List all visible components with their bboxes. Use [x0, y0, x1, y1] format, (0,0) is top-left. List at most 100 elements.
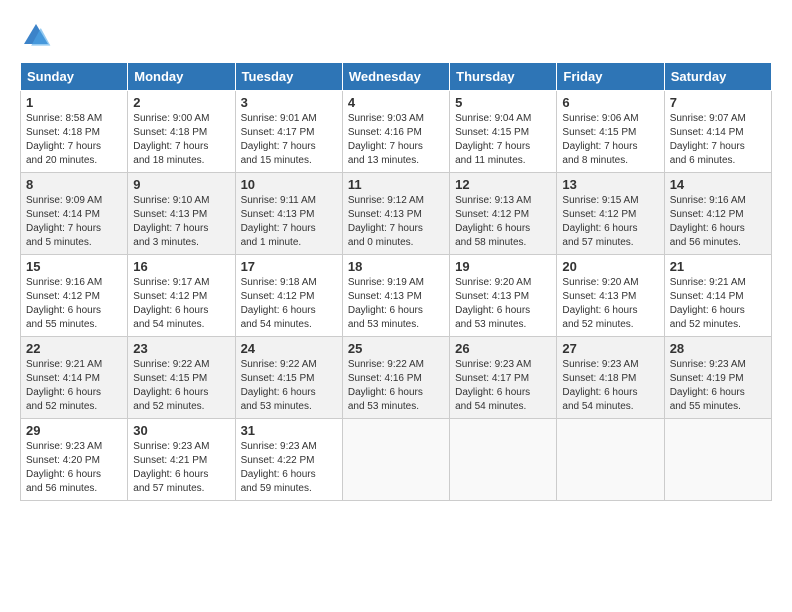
day-of-week-thursday: Thursday — [450, 63, 557, 91]
day-number: 6 — [562, 95, 658, 110]
day-number: 1 — [26, 95, 122, 110]
day-info: Sunrise: 9:17 AM Sunset: 4:12 PM Dayligh… — [133, 276, 229, 332]
calendar-cell — [342, 419, 449, 501]
day-number: 27 — [562, 341, 658, 356]
calendar-cell: 3 Sunrise: 9:01 AM Sunset: 4:17 PM Daylig… — [235, 91, 342, 173]
day-info: Sunrise: 9:20 AM Sunset: 4:13 PM Dayligh… — [455, 276, 551, 332]
day-info: Sunrise: 9:07 AM Sunset: 4:14 PM Dayligh… — [670, 112, 766, 168]
day-number: 18 — [348, 259, 444, 274]
calendar-cell — [664, 419, 771, 501]
calendar-cell: 11 Sunrise: 9:12 AM Sunset: 4:13 PM Dayli… — [342, 173, 449, 255]
day-of-week-friday: Friday — [557, 63, 664, 91]
day-info: Sunrise: 9:20 AM Sunset: 4:13 PM Dayligh… — [562, 276, 658, 332]
day-info: Sunrise: 9:23 AM Sunset: 4:18 PM Dayligh… — [562, 358, 658, 414]
calendar-cell: 7 Sunrise: 9:07 AM Sunset: 4:14 PM Daylig… — [664, 91, 771, 173]
calendar-cell: 24 Sunrise: 9:22 AM Sunset: 4:15 PM Dayli… — [235, 337, 342, 419]
day-info: Sunrise: 9:00 AM Sunset: 4:18 PM Dayligh… — [133, 112, 229, 168]
calendar-cell: 13Sunrise: 9:15 AM Sunset: 4:12 PM Dayli… — [557, 173, 664, 255]
calendar-cell: 17Sunrise: 9:18 AM Sunset: 4:12 PM Dayli… — [235, 255, 342, 337]
day-number: 12 — [455, 177, 551, 192]
day-info: Sunrise: 9:23 AM Sunset: 4:21 PM Dayligh… — [133, 440, 229, 496]
day-of-week-saturday: Saturday — [664, 63, 771, 91]
logo-icon — [20, 20, 52, 52]
day-info: Sunrise: 9:03 AM Sunset: 4:16 PM Dayligh… — [348, 112, 444, 168]
day-number: 28 — [670, 341, 766, 356]
calendar-cell — [557, 419, 664, 501]
day-number: 30 — [133, 423, 229, 438]
day-number: 10 — [241, 177, 337, 192]
day-number: 25 — [348, 341, 444, 356]
day-number: 7 — [670, 95, 766, 110]
day-info: Sunrise: 9:23 AM Sunset: 4:19 PM Dayligh… — [670, 358, 766, 414]
day-number: 3 — [241, 95, 337, 110]
day-info: Sunrise: 9:21 AM Sunset: 4:14 PM Dayligh… — [670, 276, 766, 332]
day-info: Sunrise: 9:22 AM Sunset: 4:15 PM Dayligh… — [241, 358, 337, 414]
day-info: Sunrise: 9:04 AM Sunset: 4:15 PM Dayligh… — [455, 112, 551, 168]
day-info: Sunrise: 9:01 AM Sunset: 4:17 PM Dayligh… — [241, 112, 337, 168]
day-number: 2 — [133, 95, 229, 110]
calendar-cell: 12 Sunrise: 9:13 AM Sunset: 4:12 PM Dayli… — [450, 173, 557, 255]
day-number: 14 — [670, 177, 766, 192]
calendar-cell: 27 Sunrise: 9:23 AM Sunset: 4:18 PM Dayli… — [557, 337, 664, 419]
day-info: Sunrise: 9:23 AM Sunset: 4:17 PM Dayligh… — [455, 358, 551, 414]
day-info: Sunrise: 9:16 AM Sunset: 4:12 PM Dayligh… — [670, 194, 766, 250]
day-info: Sunrise: 9:22 AM Sunset: 4:16 PM Dayligh… — [348, 358, 444, 414]
calendar-week-4: 22Sunrise: 9:21 AM Sunset: 4:14 PM Dayli… — [21, 337, 772, 419]
calendar-cell: 22Sunrise: 9:21 AM Sunset: 4:14 PM Dayli… — [21, 337, 128, 419]
calendar-cell: 10 Sunrise: 9:11 AM Sunset: 4:13 PM Dayli… — [235, 173, 342, 255]
calendar-cell — [450, 419, 557, 501]
calendar-cell: 30 Sunrise: 9:23 AM Sunset: 4:21 PM Dayli… — [128, 419, 235, 501]
calendar-week-5: 29Sunrise: 9:23 AM Sunset: 4:20 PM Dayli… — [21, 419, 772, 501]
day-number: 11 — [348, 177, 444, 192]
day-of-week-wednesday: Wednesday — [342, 63, 449, 91]
calendar-cell: 31Sunrise: 9:23 AM Sunset: 4:22 PM Dayli… — [235, 419, 342, 501]
calendar-cell: 19 Sunrise: 9:20 AM Sunset: 4:13 PM Dayli… — [450, 255, 557, 337]
calendar-table: SundayMondayTuesdayWednesdayThursdayFrid… — [20, 62, 772, 501]
day-number: 5 — [455, 95, 551, 110]
calendar-cell: 23Sunrise: 9:22 AM Sunset: 4:15 PM Dayli… — [128, 337, 235, 419]
day-info: Sunrise: 8:58 AM Sunset: 4:18 PM Dayligh… — [26, 112, 122, 168]
page-header — [20, 20, 772, 52]
day-info: Sunrise: 9:23 AM Sunset: 4:20 PM Dayligh… — [26, 440, 122, 496]
calendar-cell: 28 Sunrise: 9:23 AM Sunset: 4:19 PM Dayli… — [664, 337, 771, 419]
calendar-cell: 2 Sunrise: 9:00 AM Sunset: 4:18 PM Daylig… — [128, 91, 235, 173]
day-number: 21 — [670, 259, 766, 274]
calendar-week-3: 15 Sunrise: 9:16 AM Sunset: 4:12 PM Dayli… — [21, 255, 772, 337]
day-info: Sunrise: 9:09 AM Sunset: 4:14 PM Dayligh… — [26, 194, 122, 250]
days-of-week-row: SundayMondayTuesdayWednesdayThursdayFrid… — [21, 63, 772, 91]
day-of-week-tuesday: Tuesday — [235, 63, 342, 91]
calendar-cell: 26Sunrise: 9:23 AM Sunset: 4:17 PM Dayli… — [450, 337, 557, 419]
logo — [20, 20, 56, 52]
day-number: 8 — [26, 177, 122, 192]
day-info: Sunrise: 9:11 AM Sunset: 4:13 PM Dayligh… — [241, 194, 337, 250]
day-info: Sunrise: 9:10 AM Sunset: 4:13 PM Dayligh… — [133, 194, 229, 250]
calendar-cell: 15 Sunrise: 9:16 AM Sunset: 4:12 PM Dayli… — [21, 255, 128, 337]
day-info: Sunrise: 9:19 AM Sunset: 4:13 PM Dayligh… — [348, 276, 444, 332]
day-number: 19 — [455, 259, 551, 274]
calendar-body: 1 Sunrise: 8:58 AM Sunset: 4:18 PM Daylig… — [21, 91, 772, 501]
calendar-cell: 6 Sunrise: 9:06 AM Sunset: 4:15 PM Daylig… — [557, 91, 664, 173]
calendar-week-1: 1 Sunrise: 8:58 AM Sunset: 4:18 PM Daylig… — [21, 91, 772, 173]
calendar-header: SundayMondayTuesdayWednesdayThursdayFrid… — [21, 63, 772, 91]
calendar-cell: 1 Sunrise: 8:58 AM Sunset: 4:18 PM Daylig… — [21, 91, 128, 173]
day-info: Sunrise: 9:12 AM Sunset: 4:13 PM Dayligh… — [348, 194, 444, 250]
calendar-cell: 25 Sunrise: 9:22 AM Sunset: 4:16 PM Dayli… — [342, 337, 449, 419]
day-of-week-sunday: Sunday — [21, 63, 128, 91]
day-number: 22 — [26, 341, 122, 356]
day-info: Sunrise: 9:13 AM Sunset: 4:12 PM Dayligh… — [455, 194, 551, 250]
day-number: 16 — [133, 259, 229, 274]
day-number: 31 — [241, 423, 337, 438]
day-info: Sunrise: 9:06 AM Sunset: 4:15 PM Dayligh… — [562, 112, 658, 168]
day-number: 15 — [26, 259, 122, 274]
day-of-week-monday: Monday — [128, 63, 235, 91]
day-number: 4 — [348, 95, 444, 110]
day-number: 13 — [562, 177, 658, 192]
calendar-cell: 8 Sunrise: 9:09 AM Sunset: 4:14 PM Daylig… — [21, 173, 128, 255]
day-number: 24 — [241, 341, 337, 356]
calendar-cell: 16 Sunrise: 9:17 AM Sunset: 4:12 PM Dayli… — [128, 255, 235, 337]
calendar-cell: 9Sunrise: 9:10 AM Sunset: 4:13 PM Daylig… — [128, 173, 235, 255]
calendar-week-2: 8 Sunrise: 9:09 AM Sunset: 4:14 PM Daylig… — [21, 173, 772, 255]
calendar-cell: 5 Sunrise: 9:04 AM Sunset: 4:15 PM Daylig… — [450, 91, 557, 173]
calendar-cell: 14 Sunrise: 9:16 AM Sunset: 4:12 PM Dayli… — [664, 173, 771, 255]
day-info: Sunrise: 9:16 AM Sunset: 4:12 PM Dayligh… — [26, 276, 122, 332]
